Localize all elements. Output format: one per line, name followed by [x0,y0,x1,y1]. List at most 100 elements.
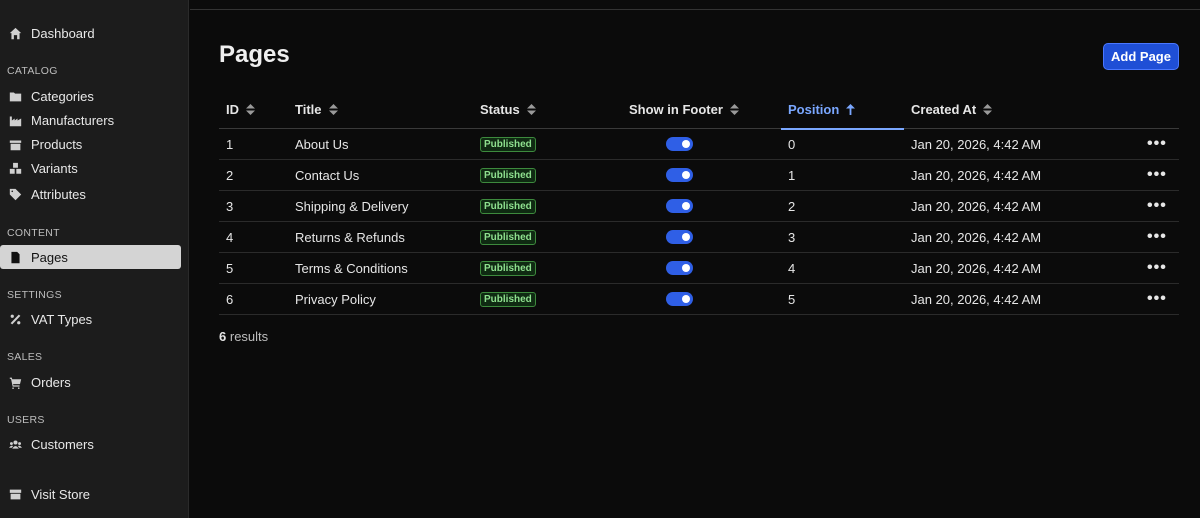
footer-toggle[interactable] [666,261,693,275]
sort-icon [246,104,255,115]
toggle-knob [682,264,690,272]
cell-actions: ••• [1147,160,1167,190]
sidebar-item-label: Dashboard [31,25,95,41]
table-row[interactable]: 6 Privacy Policy Published 5 Jan 20, 2026, 4… [219,284,1179,315]
sidebar-item-vat-types[interactable]: VAT Types [0,307,189,331]
cell-title: About Us [295,136,349,152]
cell-created-at: Jan 20, 2026, 4:42 AM [911,291,1042,307]
percent-icon [8,312,22,326]
column-header-status[interactable]: Status [480,90,536,129]
cell-id: 6 [226,291,234,307]
sidebar-item-attributes[interactable]: Attributes [0,182,189,206]
toggle-knob [682,295,690,303]
cell-title: Terms & Conditions [295,260,408,276]
sidebar-item-label: Categories [31,88,94,104]
column-label: ID [226,102,239,117]
cubes-icon [8,161,22,175]
footer-toggle[interactable] [666,137,693,151]
sidebar-item-orders[interactable]: Orders [0,370,189,394]
sidebar-item-visit-store[interactable]: Visit Store [0,482,189,506]
cell-title: Privacy Policy [295,291,376,307]
cell-show-in-footer [666,129,693,159]
cell-show-in-footer [666,191,693,221]
cell-position: 1 [788,167,796,183]
more-actions-icon[interactable]: ••• [1147,166,1167,184]
sidebar-item-customers[interactable]: Customers [0,432,189,456]
cell-id: 2 [226,167,234,183]
table-row[interactable]: 2 Contact Us Published 1 Jan 20, 2026, 4:42 … [219,160,1179,191]
table-row[interactable]: 1 About Us Published 0 Jan 20, 2026, 4:42 AM… [219,129,1179,160]
cell-created-at: Jan 20, 2026, 4:42 AM [911,198,1042,214]
table-row[interactable]: 5 Terms & Conditions Published 4 Jan 20, 202… [219,253,1179,284]
file-icon [8,250,22,264]
column-label: Created At [911,102,977,117]
cell-status: Published [480,222,536,252]
sidebar-item-label: Attributes [31,186,86,202]
status-badge: Published [480,291,536,307]
status-badge: Published [480,229,536,245]
footer-toggle[interactable] [666,199,693,213]
store-icon [8,487,22,501]
sidebar-item-manufacturers[interactable]: Manufacturers [0,108,189,132]
cell-title: Contact Us [295,167,360,183]
pages-table: ID Title Status Show in Footer Position … [219,90,1179,315]
column-header-id[interactable]: ID [226,90,255,129]
cell-created-at: Jan 20, 2026, 4:42 AM [911,229,1042,245]
more-actions-icon[interactable]: ••• [1147,228,1167,246]
column-header-position[interactable]: Position [788,90,856,129]
box-icon [8,137,22,151]
more-actions-icon[interactable]: ••• [1147,290,1167,308]
sidebar-item-label: VAT Types [31,311,93,327]
cell-position: 3 [788,229,796,245]
status-badge: Published [480,198,536,214]
footer-toggle[interactable] [666,230,693,244]
toggle-knob [682,202,690,210]
column-header-title[interactable]: Title [295,90,338,129]
header-divider [190,9,1200,10]
more-actions-icon[interactable]: ••• [1147,259,1167,277]
cell-actions: ••• [1147,253,1167,283]
table-row[interactable]: 4 Returns & Refunds Published 3 Jan 20, 2026… [219,222,1179,253]
cell-id: 4 [226,229,234,245]
cell-status: Published [480,253,536,283]
sidebar-item-variants[interactable]: Variants [0,156,189,180]
column-label: Show in Footer [629,102,723,117]
sidebar-item-label: Pages [31,249,68,265]
cart-icon [8,375,22,389]
sidebar-item-products[interactable]: Products [0,132,189,156]
table-row[interactable]: 3 Shipping & Delivery Published 2 Jan 20, 20… [219,191,1179,222]
cell-actions: ••• [1147,191,1167,221]
section-label-sales: SALES [7,351,43,363]
results-number: 6 [219,329,227,344]
table-header: ID Title Status Show in Footer Position … [219,90,1179,130]
sidebar-item-dashboard[interactable]: Dashboard [0,21,189,45]
cell-actions: ••• [1147,129,1167,159]
section-label-settings: SETTINGS [7,289,62,301]
table-body: 1 About Us Published 0 Jan 20, 2026, 4:42 AM… [219,129,1179,315]
results-label: results [229,329,269,344]
cell-actions: ••• [1147,284,1167,314]
sidebar: Dashboard CATALOG Categories Manufacture… [0,0,189,518]
sort-icon [526,104,536,115]
more-actions-icon[interactable]: ••• [1147,197,1167,215]
footer-toggle[interactable] [666,168,693,182]
sidebar-item-label: Variants [31,160,78,176]
home-icon [8,26,22,40]
toggle-knob [682,171,690,179]
sidebar-item-categories[interactable]: Categories [0,84,189,108]
cell-title: Shipping & Delivery [295,198,409,214]
sidebar-item-pages[interactable]: Pages [0,245,181,269]
cell-position: 5 [788,291,796,307]
sidebar-item-label: Orders [31,374,71,390]
column-header-created-at[interactable]: Created At [911,90,993,129]
sidebar-item-label: Customers [31,436,94,452]
add-page-button[interactable]: Add Page [1103,43,1179,70]
factory-icon [8,113,22,127]
footer-toggle[interactable] [666,292,693,306]
more-actions-icon[interactable]: ••• [1147,135,1167,153]
column-header-show-in-footer[interactable]: Show in Footer [629,90,739,129]
section-label-content: CONTENT [7,227,60,239]
cell-actions: ••• [1147,222,1167,252]
cell-status: Published [480,129,536,159]
cell-created-at: Jan 20, 2026, 4:42 AM [911,260,1042,276]
